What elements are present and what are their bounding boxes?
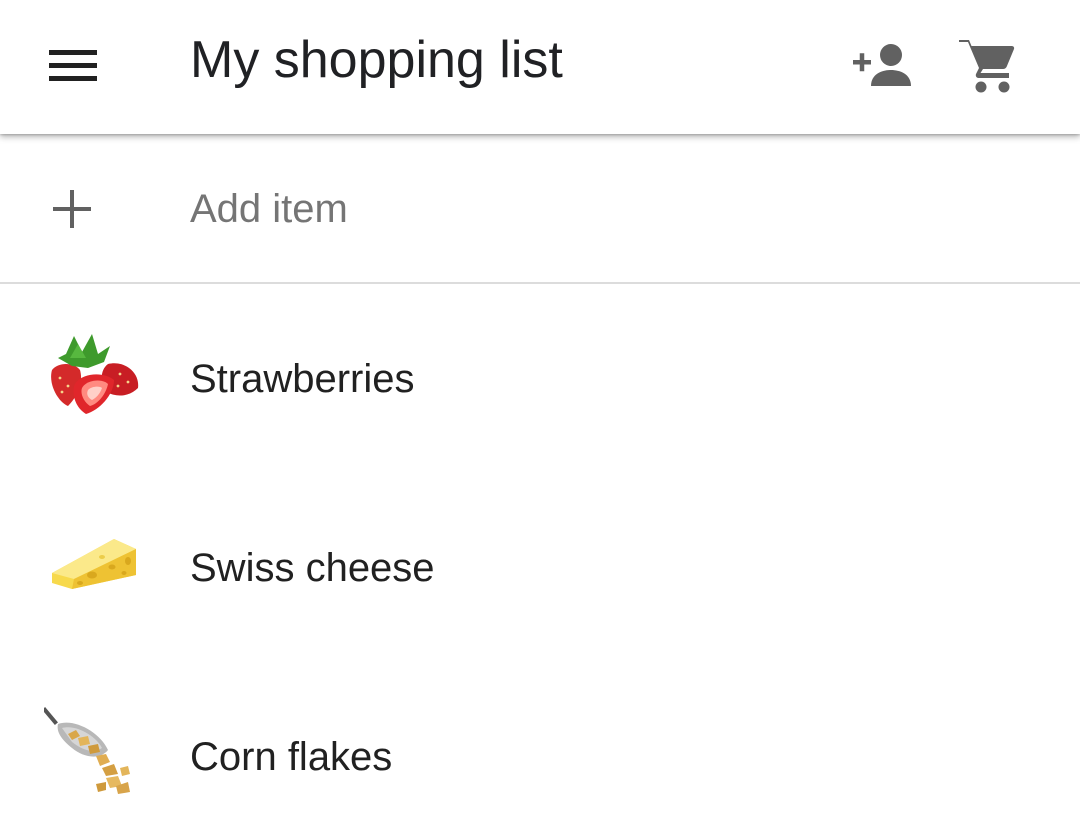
add-item-row[interactable]: Add item xyxy=(0,134,1080,284)
list-item-strawberries[interactable]: Strawberries xyxy=(0,284,1080,473)
menu-button[interactable] xyxy=(30,22,118,110)
list-item-corn-flakes[interactable]: Corn flakes xyxy=(0,662,1080,838)
plus-icon xyxy=(53,190,91,228)
swiss-cheese-image xyxy=(52,539,136,589)
shopping-list: Strawberries Swiss cheese Corn flakes xyxy=(0,284,1080,838)
app-root: My shopping list Add item Strawberries S… xyxy=(0,0,1080,838)
add-item-input[interactable]: Add item xyxy=(190,184,348,234)
menu-icon xyxy=(49,50,97,81)
list-item-swiss-cheese[interactable]: Swiss cheese xyxy=(0,473,1080,662)
list-item-label: Strawberries xyxy=(190,357,415,401)
corn-flakes-image xyxy=(44,707,130,794)
strawberries-image xyxy=(51,334,139,414)
list-item-label: Corn flakes xyxy=(190,735,393,779)
add-person-icon xyxy=(853,44,911,86)
page-title: My shopping list xyxy=(190,31,563,89)
list-item-label: Swiss cheese xyxy=(190,546,435,590)
add-person-button[interactable] xyxy=(842,26,922,106)
top-app-bar: My shopping list xyxy=(0,0,1080,134)
shopping-cart-button[interactable] xyxy=(946,26,1026,106)
shopping-cart-icon xyxy=(959,40,1015,93)
